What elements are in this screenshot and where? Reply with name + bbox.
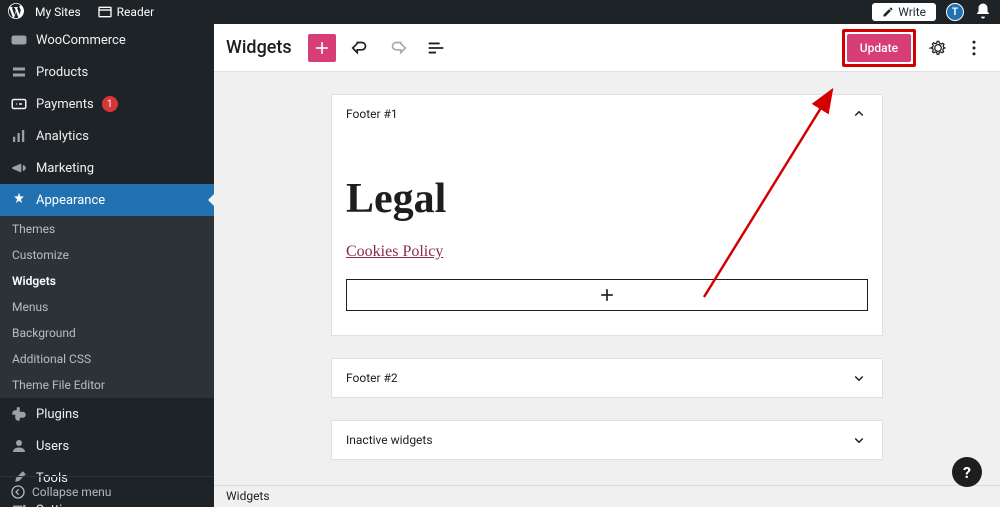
plus-icon (597, 285, 617, 305)
menu-label: Analytics (36, 129, 89, 144)
write-button[interactable]: Write (872, 3, 936, 21)
list-view-button[interactable] (422, 34, 450, 62)
notification-badge: 1 (102, 96, 118, 112)
widget-area-footer2: Footer #2 (331, 358, 883, 398)
area-title: Footer #1 (346, 107, 398, 121)
block-appender[interactable] (346, 279, 868, 311)
submenu-theme-file-editor[interactable]: Theme File Editor (0, 372, 214, 398)
sidebar-item-products[interactable]: Products (0, 56, 214, 88)
settings-button[interactable] (924, 34, 952, 62)
submenu-additional-css[interactable]: Additional CSS (0, 346, 214, 372)
reader-label: Reader (117, 5, 154, 19)
sidebar-item-analytics[interactable]: Analytics (0, 120, 214, 152)
submenu-menus[interactable]: Menus (0, 294, 214, 320)
redo-button[interactable] (384, 34, 412, 62)
reader-link[interactable]: Reader (92, 4, 159, 20)
undo-button[interactable] (346, 34, 374, 62)
admin-sidebar: WooCommerce Products Payments 1 Analytic… (0, 24, 214, 507)
sidebar-item-payments[interactable]: Payments 1 (0, 88, 214, 120)
submenu-background[interactable]: Background (0, 320, 214, 346)
collapse-icon (10, 484, 26, 500)
reader-icon (97, 4, 113, 20)
update-button[interactable]: Update (847, 34, 911, 62)
user-avatar[interactable]: T (946, 3, 964, 21)
menu-label: Products (36, 65, 88, 80)
pen-icon (882, 6, 894, 18)
redo-icon (387, 37, 409, 59)
breadcrumb-item[interactable]: Widgets (226, 489, 270, 503)
collapse-label: Collapse menu (32, 485, 111, 499)
chevron-up-icon (850, 105, 868, 123)
collapse-menu-button[interactable]: Collapse menu (0, 476, 214, 507)
list-view-icon (425, 37, 447, 59)
editor-header: Widgets Update (214, 24, 1000, 72)
submenu-widgets[interactable]: Widgets (0, 268, 214, 294)
annotation-highlight: Update (842, 29, 916, 67)
menu-label: Users (36, 439, 69, 454)
submenu-customize[interactable]: Customize (0, 242, 214, 268)
sidebar-item-plugins[interactable]: Plugins (0, 398, 214, 430)
write-label: Write (898, 5, 926, 19)
sidebar-item-woocommerce[interactable]: WooCommerce (0, 24, 214, 56)
submenu-themes[interactable]: Themes (0, 216, 214, 242)
area-title: Footer #2 (346, 371, 398, 385)
toolbar-right: Write T (872, 2, 992, 23)
widget-area-inactive: Inactive widgets (331, 420, 883, 460)
products-icon (10, 63, 28, 81)
appearance-icon (10, 191, 28, 209)
header-left-tools: Widgets (226, 34, 450, 62)
appearance-submenu: Themes Customize Widgets Menus Backgroun… (0, 216, 214, 398)
admin-toolbar: My Sites Reader Write T (0, 0, 1000, 24)
area-header-footer2[interactable]: Footer #2 (332, 359, 882, 397)
menu-label: Payments (36, 97, 94, 112)
chevron-down-icon (850, 431, 868, 449)
menu-label: Marketing (36, 161, 94, 176)
area-header-footer1[interactable]: Footer #1 (332, 95, 882, 133)
chevron-down-icon (850, 369, 868, 387)
plus-icon (312, 38, 332, 58)
menu-label: Appearance (36, 193, 105, 208)
widget-area-footer1: Footer #1 Legal Cookies Policy (331, 94, 883, 336)
link-cookies-policy[interactable]: Cookies Policy (346, 243, 443, 261)
notifications-icon[interactable] (974, 2, 992, 23)
my-sites-link[interactable]: My Sites (30, 5, 86, 19)
users-icon (10, 437, 28, 455)
area-header-inactive[interactable]: Inactive widgets (332, 421, 882, 459)
payments-icon (10, 95, 28, 113)
wordpress-logo-icon[interactable] (8, 3, 24, 22)
gear-icon (928, 38, 948, 58)
toolbar-left: My Sites Reader (8, 3, 159, 22)
breadcrumb-bar: Widgets (214, 485, 1000, 507)
add-block-button[interactable] (308, 34, 336, 62)
menu-label: Plugins (36, 407, 79, 422)
analytics-icon (10, 127, 28, 145)
area-title: Inactive widgets (346, 433, 433, 447)
sidebar-item-marketing[interactable]: Marketing (0, 152, 214, 184)
editor-canvas: Footer #1 Legal Cookies Policy Footer #2… (214, 72, 1000, 485)
dots-vertical-icon (964, 38, 984, 58)
help-button[interactable]: ? (952, 457, 982, 487)
undo-icon (349, 37, 371, 59)
page-title: Widgets (226, 37, 292, 58)
heading-block[interactable]: Legal (346, 175, 868, 223)
area-body-footer1: Legal Cookies Policy (332, 133, 882, 335)
sidebar-item-users[interactable]: Users (0, 430, 214, 462)
menu-label: WooCommerce (36, 33, 126, 48)
plugins-icon (10, 405, 28, 423)
woocommerce-icon (10, 31, 28, 49)
sidebar-item-appearance[interactable]: Appearance (0, 184, 214, 216)
my-sites-label: My Sites (35, 5, 81, 19)
header-right-tools: Update (842, 29, 988, 67)
more-options-button[interactable] (960, 34, 988, 62)
marketing-icon (10, 159, 28, 177)
